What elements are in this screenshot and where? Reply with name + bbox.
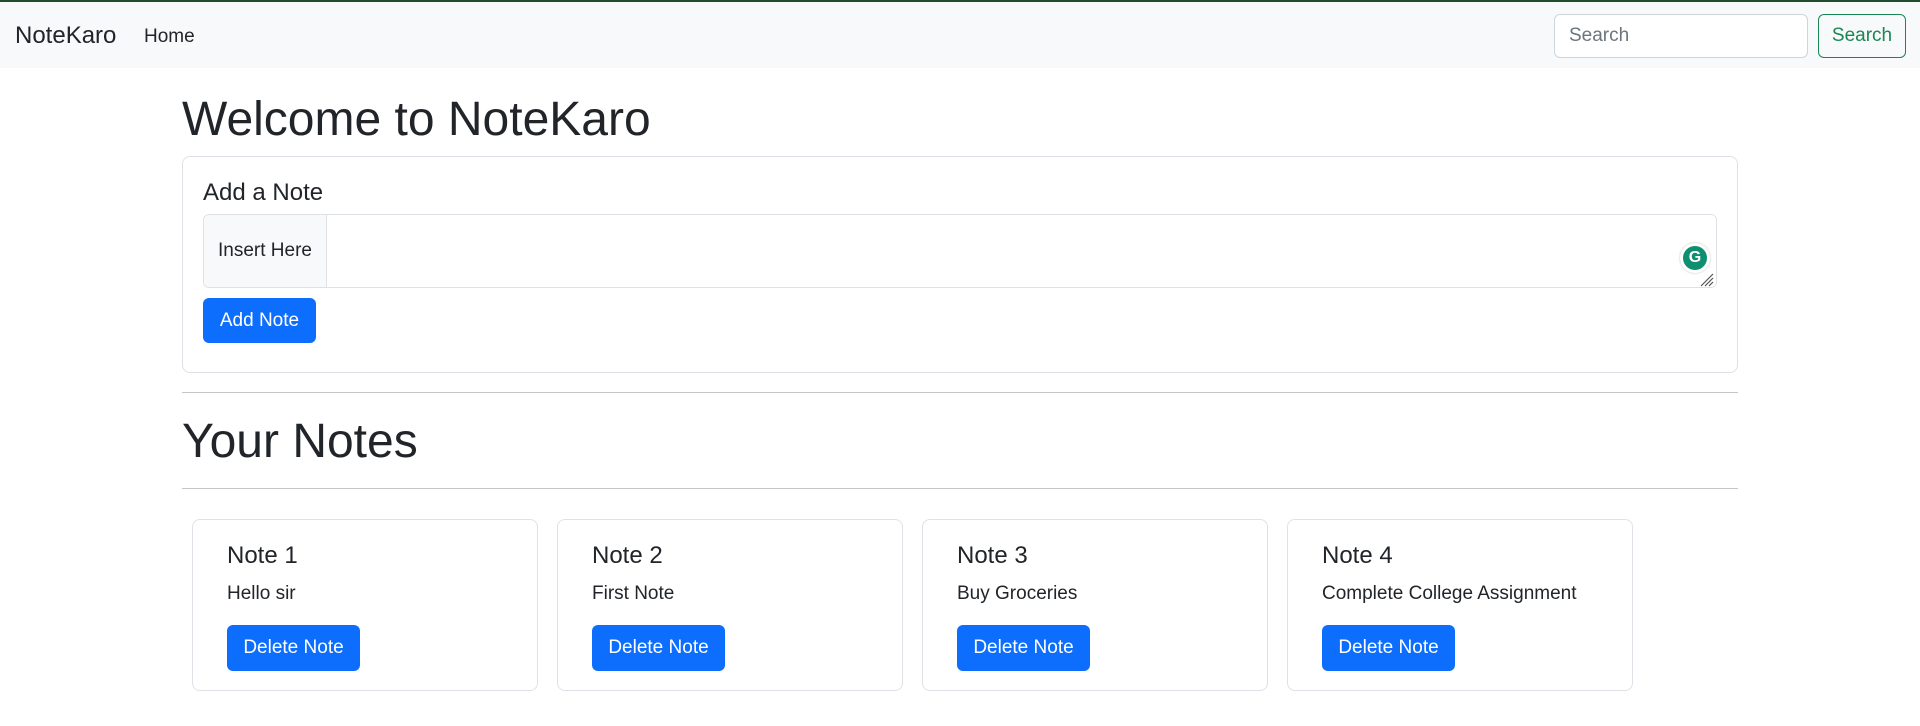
note-card: Note 3 Buy Groceries Delete Note xyxy=(922,519,1268,691)
delete-note-button[interactable]: Delete Note xyxy=(1322,625,1455,671)
note-title: Note 3 xyxy=(957,542,1028,569)
add-note-button[interactable]: Add Note xyxy=(203,298,316,343)
resize-handle-icon[interactable] xyxy=(1698,271,1714,287)
note-card: Note 4 Complete College Assignment Delet… xyxy=(1287,519,1633,691)
page-title: Welcome to NoteKaro xyxy=(182,93,651,146)
note-title: Note 4 xyxy=(1322,542,1393,569)
note-title: Note 2 xyxy=(592,542,663,569)
note-textarea[interactable] xyxy=(327,215,1716,287)
delete-note-button[interactable]: Delete Note xyxy=(227,625,360,671)
search-button[interactable]: Search xyxy=(1818,14,1906,58)
grammarly-g-icon: G xyxy=(1683,246,1707,270)
navbar: NoteKaro Home Search xyxy=(0,2,1920,68)
search-input[interactable] xyxy=(1554,14,1808,58)
nav-link-home[interactable]: Home xyxy=(144,26,195,48)
divider xyxy=(182,392,1738,393)
note-text: Buy Groceries xyxy=(957,583,1078,604)
note-title: Note 1 xyxy=(227,542,298,569)
divider xyxy=(182,488,1738,489)
note-card: Note 2 First Note Delete Note xyxy=(557,519,903,691)
delete-note-button[interactable]: Delete Note xyxy=(957,625,1090,671)
note-text: Complete College Assignment xyxy=(1322,583,1577,604)
insert-here-label: Insert Here xyxy=(204,215,327,287)
grammarly-icon[interactable]: G xyxy=(1680,243,1710,273)
note-text: First Note xyxy=(592,583,675,604)
note-card: Note 1 Hello sir Delete Note xyxy=(192,519,538,691)
delete-note-button[interactable]: Delete Note xyxy=(592,625,725,671)
add-note-title: Add a Note xyxy=(203,179,324,206)
add-note-card: Add a Note Insert Here G Add Note xyxy=(182,156,1738,373)
note-text: Hello sir xyxy=(227,583,296,604)
brand-logo[interactable]: NoteKaro xyxy=(15,22,116,50)
your-notes-heading: Your Notes xyxy=(182,415,418,468)
note-input-group: Insert Here G xyxy=(203,214,1717,288)
